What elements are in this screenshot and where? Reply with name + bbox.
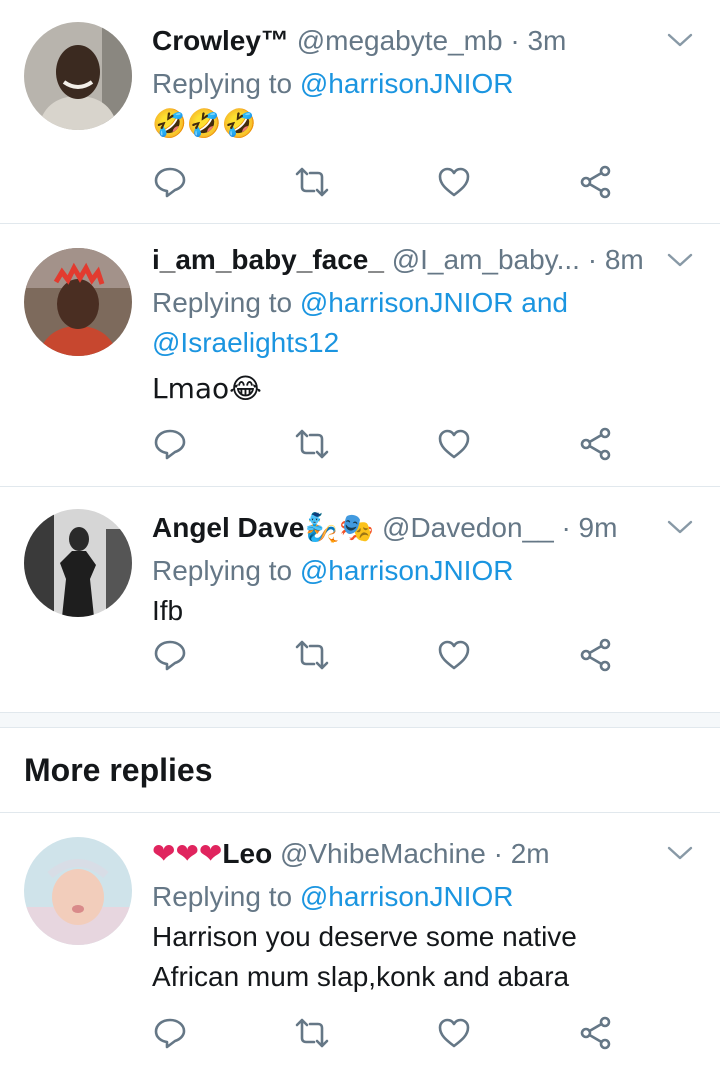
replying-to: Replying to @harrisonJNIOR [152, 877, 658, 917]
chevron-down-icon[interactable] [666, 26, 694, 54]
tweet-actions [152, 1015, 632, 1055]
tweet-text: Lmao😂 [152, 372, 262, 405]
like-icon[interactable] [436, 426, 476, 466]
avatar[interactable] [24, 837, 132, 945]
retweet-icon[interactable] [294, 164, 334, 204]
tweet[interactable]: Crowley™ @megabyte_mb · 3m Replying to @… [0, 0, 720, 224]
mention-link[interactable]: @Israelights12 [152, 327, 339, 358]
mention-link[interactable]: @harrisonJNIOR [300, 68, 514, 99]
handle[interactable]: @megabyte_mb [297, 25, 503, 56]
tweet-header: ❤❤❤Leo @VhibeMachine · 2m [152, 837, 658, 871]
timestamp[interactable]: · 2m [494, 838, 550, 869]
avatar[interactable] [24, 248, 132, 356]
chevron-down-icon[interactable] [666, 513, 694, 541]
like-icon[interactable] [436, 1015, 476, 1055]
tweet-actions [152, 426, 632, 466]
reply-icon[interactable] [152, 426, 192, 466]
heart-emoji: ❤❤❤ [152, 837, 223, 870]
like-icon[interactable] [436, 637, 476, 677]
mention-link[interactable]: @harrisonJNIOR [300, 555, 514, 586]
timestamp[interactable]: · 3m [510, 25, 566, 56]
tweet-text-line: African mum slap,konk and abara [152, 961, 570, 992]
name-emoji: 🧞🎭 [304, 511, 375, 544]
display-name[interactable]: Leo [222, 838, 272, 869]
tweet[interactable]: Angel Dave🧞🎭 @Davedon__ · 9m Replying to… [0, 487, 720, 713]
replying-to-label: Replying to [152, 555, 300, 586]
section-title: More replies [0, 728, 720, 813]
share-icon[interactable] [578, 637, 618, 677]
retweet-icon[interactable] [294, 426, 334, 466]
section-gap [0, 713, 720, 728]
timestamp[interactable]: · 8m [588, 244, 644, 275]
like-icon[interactable] [436, 164, 476, 204]
reply-icon[interactable] [152, 1015, 192, 1055]
replying-to: Replying to @harrisonJNIOR and @Israelig… [152, 283, 658, 363]
handle[interactable]: @VhibeMachine [280, 838, 486, 869]
avatar[interactable] [24, 509, 132, 617]
share-icon[interactable] [578, 1015, 618, 1055]
reply-icon[interactable] [152, 164, 192, 204]
tweet[interactable]: i_am_baby_face_ @I_am_baby... · 8m Reply… [0, 224, 720, 487]
tweet-header: Crowley™ @megabyte_mb · 3m [152, 24, 658, 58]
tweet-header: i_am_baby_face_ @I_am_baby... · 8m [152, 243, 658, 277]
timestamp[interactable]: · 9m [561, 512, 617, 543]
avatar[interactable] [24, 22, 132, 130]
tweet-text-line: Harrison you deserve some native [152, 921, 577, 952]
mention-link[interactable]: @harrisonJNIOR [300, 287, 514, 318]
chevron-down-icon[interactable] [666, 839, 694, 867]
share-icon[interactable] [578, 164, 618, 204]
tweet-actions [152, 637, 632, 677]
tweet[interactable]: ❤❤❤Leo @VhibeMachine · 2m Replying to @h… [0, 813, 720, 1073]
mention-joiner: and [513, 287, 568, 318]
replying-to: Replying to @harrisonJNIOR [152, 551, 658, 591]
tweet-text: Ifb [152, 595, 184, 626]
replying-to-label: Replying to [152, 287, 300, 318]
display-name[interactable]: i_am_baby_face_ [152, 244, 384, 275]
mention-link[interactable]: @harrisonJNIOR [300, 881, 514, 912]
handle[interactable]: @Davedon__ [382, 512, 554, 543]
replying-to-label: Replying to [152, 68, 300, 99]
display-name[interactable]: Angel Dave [152, 512, 305, 543]
tweet-actions [152, 164, 632, 204]
display-name[interactable]: Crowley™ [152, 25, 289, 56]
replying-to: Replying to @harrisonJNIOR [152, 64, 658, 104]
share-icon[interactable] [578, 426, 618, 466]
retweet-icon[interactable] [294, 637, 334, 677]
tweet-header: Angel Dave🧞🎭 @Davedon__ · 9m [152, 511, 658, 545]
tweet-text: 🤣🤣🤣 [152, 107, 257, 140]
handle[interactable]: @I_am_baby... [392, 244, 580, 275]
replying-to-label: Replying to [152, 881, 300, 912]
retweet-icon[interactable] [294, 1015, 334, 1055]
reply-icon[interactable] [152, 637, 192, 677]
chevron-down-icon[interactable] [666, 246, 694, 274]
